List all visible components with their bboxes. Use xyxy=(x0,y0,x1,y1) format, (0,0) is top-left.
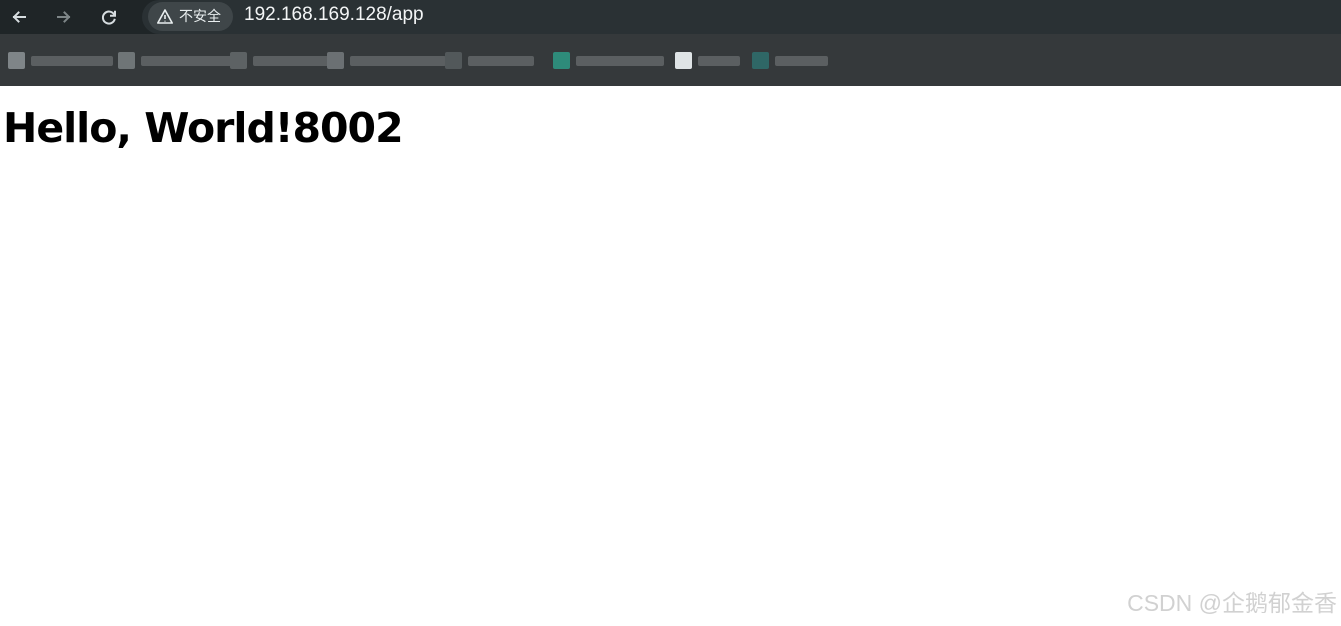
csdn-watermark: CSDN @企鹅郁金香 xyxy=(1127,590,1337,616)
bookmark-blurred-label xyxy=(468,55,534,66)
forward-button[interactable] xyxy=(50,3,78,31)
bookmark-favicon-icon xyxy=(675,52,692,69)
bookmark-favicon-icon xyxy=(230,52,247,69)
reload-icon xyxy=(101,10,116,25)
reload-button[interactable] xyxy=(95,3,123,31)
browser-chrome: 不安全 192.168.169.128/app xyxy=(0,0,1341,86)
bookmark-blurred-label xyxy=(775,55,828,66)
bookmark-favicon-icon xyxy=(752,52,769,69)
bookmark-favicon-icon xyxy=(445,52,462,69)
bookmark-item[interactable] xyxy=(445,52,534,69)
arrow-right-icon xyxy=(57,11,71,23)
page-heading: Hello, World!8002 xyxy=(3,104,404,152)
bookmark-blurred-label xyxy=(698,55,740,66)
bookmark-item[interactable] xyxy=(752,52,828,69)
bookmark-item[interactable] xyxy=(8,52,113,69)
bookmark-item[interactable] xyxy=(553,52,664,69)
bookmark-favicon-icon xyxy=(327,52,344,69)
browser-toolbar: 不安全 192.168.169.128/app xyxy=(0,0,1341,34)
security-chip[interactable]: 不安全 xyxy=(148,2,233,31)
bookmark-blurred-label xyxy=(576,55,664,66)
bookmark-favicon-icon xyxy=(118,52,135,69)
bookmark-favicon-icon xyxy=(8,52,25,69)
back-button[interactable] xyxy=(5,3,33,31)
bookmark-item[interactable] xyxy=(230,52,335,69)
bookmark-blurred-label xyxy=(141,55,234,66)
url-text[interactable]: 192.168.169.128/app xyxy=(244,5,424,25)
warning-triangle-icon xyxy=(157,9,173,24)
bookmark-item[interactable] xyxy=(118,52,234,69)
bookmark-blurred-label xyxy=(350,55,446,66)
bookmarks-bar xyxy=(0,34,1341,86)
bookmark-item[interactable] xyxy=(327,52,446,69)
bookmark-blurred-label xyxy=(31,55,113,66)
bookmark-item[interactable] xyxy=(675,52,740,69)
bookmark-blurred-label xyxy=(253,55,335,66)
arrow-left-icon xyxy=(12,11,26,23)
page-content: Hello, World!8002 CSDN @企鹅郁金香 xyxy=(0,86,1341,626)
security-status-text: 不安全 xyxy=(179,8,221,24)
bookmark-favicon-icon xyxy=(553,52,570,69)
